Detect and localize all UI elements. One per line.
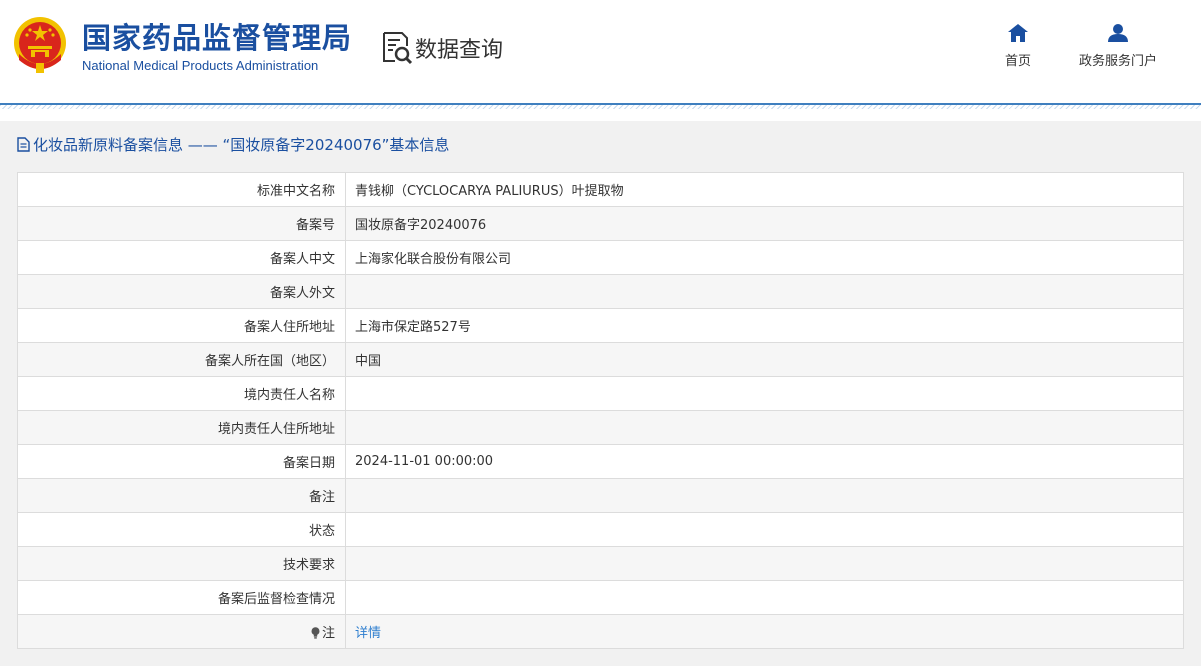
info-table: 标准中文名称 青钱柳（CYCLOCARYA PALIURUS）叶提取物 备案号 … bbox=[17, 172, 1184, 649]
data-query-label: 数据查询 bbox=[415, 38, 504, 63]
site-header: 国家药品监督管理局 National Medical Products Admi… bbox=[0, 0, 1201, 103]
row-value bbox=[345, 512, 1184, 547]
row-value bbox=[345, 274, 1184, 309]
row-value: 国妆原备字20240076 bbox=[345, 206, 1184, 241]
table-row: 备注 bbox=[17, 478, 1184, 513]
table-row: 备案人中文 上海家化联合股份有限公司 bbox=[17, 240, 1184, 275]
document-icon bbox=[17, 136, 30, 152]
nav-home-label: 首页 bbox=[1004, 54, 1031, 69]
table-row: 境内责任人住所地址 bbox=[17, 410, 1184, 445]
row-value: 上海市保定路527号 bbox=[345, 308, 1184, 343]
home-icon bbox=[1008, 24, 1028, 42]
row-label: 备案日期 bbox=[17, 444, 346, 479]
nav-service-label: 政务服务门户 bbox=[1078, 54, 1157, 69]
row-label: 备案人中文 bbox=[17, 240, 346, 275]
table-row: 备案人外文 bbox=[17, 274, 1184, 309]
panel-title: 化妆品新原料备案信息 —— “国妆原备字20240076”基本信息 bbox=[17, 133, 449, 155]
header-stripe bbox=[0, 105, 1201, 109]
row-label: 备案号 bbox=[17, 206, 346, 241]
row-value bbox=[345, 546, 1184, 581]
row-label: 标准中文名称 bbox=[17, 172, 346, 207]
panel-title-text: 化妆品新原料备案信息 —— “国妆原备字20240076”基本信息 bbox=[33, 135, 450, 154]
note-label: 注 bbox=[321, 626, 335, 641]
info-panel: 化妆品新原料备案信息 —— “国妆原备字20240076”基本信息 标准中文名称… bbox=[0, 121, 1201, 666]
row-label: 备案人外文 bbox=[17, 274, 346, 309]
row-label: 备案后监督检查情况 bbox=[17, 580, 346, 615]
row-value bbox=[345, 478, 1184, 513]
national-emblem-icon bbox=[14, 17, 66, 73]
table-row: 备案人住所地址 上海市保定路527号 bbox=[17, 308, 1184, 343]
row-label: 备案人住所地址 bbox=[17, 308, 346, 343]
row-value bbox=[345, 376, 1184, 411]
table-row: 备案号 国妆原备字20240076 bbox=[17, 206, 1184, 241]
table-row: 技术要求 bbox=[17, 546, 1184, 581]
note-label-cell: 注 bbox=[17, 614, 346, 649]
row-label: 境内责任人名称 bbox=[17, 376, 346, 411]
table-row: 备案人所在国（地区） 中国 bbox=[17, 342, 1184, 377]
row-value: 青钱柳（CYCLOCARYA PALIURUS）叶提取物 bbox=[345, 172, 1184, 207]
table-row: 境内责任人名称 bbox=[17, 376, 1184, 411]
user-icon bbox=[1108, 24, 1128, 42]
row-label: 技术要求 bbox=[17, 546, 346, 581]
row-value bbox=[345, 410, 1184, 445]
row-value: 上海家化联合股份有限公司 bbox=[345, 240, 1184, 275]
row-value: 中国 bbox=[345, 342, 1184, 377]
nav-service-portal[interactable]: 政务服务门户 bbox=[1066, 24, 1170, 69]
table-row: 状态 bbox=[17, 512, 1184, 547]
detail-link[interactable]: 详情 bbox=[355, 626, 381, 641]
row-label: 境内责任人住所地址 bbox=[17, 410, 346, 445]
row-label: 备案人所在国（地区） bbox=[17, 342, 346, 377]
note-value-cell: 详情 bbox=[345, 614, 1184, 649]
row-value bbox=[345, 580, 1184, 615]
row-label: 状态 bbox=[17, 512, 346, 547]
document-search-icon bbox=[383, 32, 413, 65]
lightbulb-icon bbox=[311, 627, 320, 639]
row-label: 备注 bbox=[17, 478, 346, 513]
nav-home[interactable]: 首页 bbox=[993, 24, 1043, 69]
org-name-en: National Medical Products Administration bbox=[82, 58, 319, 73]
row-value: 2024-11-01 00:00:00 bbox=[345, 444, 1184, 479]
table-row: 备案后监督检查情况 bbox=[17, 580, 1184, 615]
org-name-cn: 国家药品监督管理局 bbox=[82, 21, 353, 55]
table-row: 备案日期 2024-11-01 00:00:00 bbox=[17, 444, 1184, 479]
table-row: 标准中文名称 青钱柳（CYCLOCARYA PALIURUS）叶提取物 bbox=[17, 172, 1184, 207]
data-query-link[interactable]: 数据查询 bbox=[381, 31, 503, 65]
table-row-note: 注 详情 bbox=[17, 614, 1184, 649]
